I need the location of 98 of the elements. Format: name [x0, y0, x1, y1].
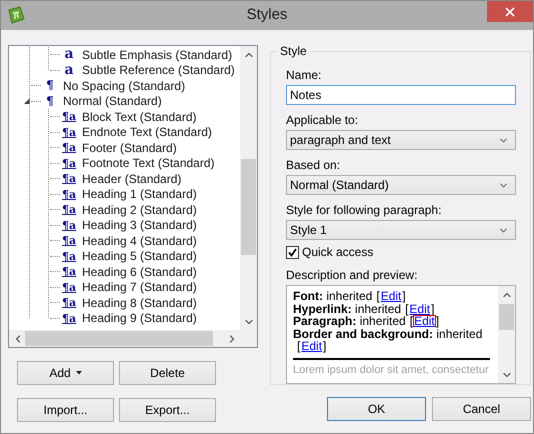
- tree-item[interactable]: ¶a Heading 5 (Standard): [42, 248, 240, 264]
- tree-item[interactable]: ¶a Heading 2 (Standard): [42, 202, 240, 218]
- linked-style-icon: ¶a: [62, 250, 76, 263]
- dropdown[interactable]: paragraph and text: [286, 130, 516, 150]
- linked-style-icon: ¶a: [62, 218, 76, 232]
- tree-item[interactable]: ¶ Normal (Standard): [23, 94, 240, 109]
- style-name: Heading 6 (Standard): [82, 264, 197, 279]
- tree-item[interactable]: ¶a Heading 6 (Standard): [42, 264, 240, 280]
- style-name: Endnote Text (Standard): [82, 125, 212, 140]
- style-name: Heading 8 (Standard): [82, 296, 197, 310]
- expanded-arrow-icon[interactable]: [24, 98, 30, 104]
- style-name: Heading 3 (Standard): [82, 218, 197, 232]
- style-name: Heading 7 (Standard): [82, 280, 197, 294]
- linked-style-icon: ¶a: [62, 156, 76, 170]
- description-line: Font: inherited [Edit]: [293, 290, 407, 303]
- link-bracket: ]: [402, 289, 406, 304]
- tree-item[interactable]: ¶a Heading 9 (Standard): [42, 310, 240, 326]
- style-name: Footnote Text (Standard): [82, 156, 215, 170]
- linked-style-icon: ¶a: [62, 234, 76, 248]
- style-name: Subtle Emphasis (Standard): [82, 48, 232, 62]
- scrollbar-thumb[interactable]: [25, 331, 213, 346]
- field-label: Style for following paragraph:: [286, 203, 442, 218]
- link-bracket: [: [405, 302, 408, 316]
- link-bracket: [: [410, 314, 414, 328]
- menu-button[interactable]: Add: [17, 361, 114, 385]
- tree-item[interactable]: a Subtle Emphasis (Standard): [42, 47, 240, 62]
- field-label: Name:: [286, 68, 322, 82]
- style-name: Heading 2 (Standard): [82, 202, 197, 217]
- group-legend: Style: [277, 44, 310, 58]
- style-name: Subtle Reference (Standard): [82, 63, 235, 78]
- scrollbar-thumb[interactable]: [241, 159, 256, 255]
- button[interactable]: Cancel: [432, 397, 531, 421]
- close-button[interactable]: [487, 1, 533, 22]
- vertical-scrollbar[interactable]: [240, 46, 257, 330]
- window-title: Styles: [246, 6, 288, 23]
- horizontal-scrollbar[interactable]: [9, 330, 240, 347]
- style-name: Heading 1 (Standard): [82, 187, 197, 202]
- close-icon: [505, 6, 515, 16]
- app-icon: [6, 5, 26, 25]
- linked-style-icon: ¶a: [62, 296, 76, 310]
- linked-style-icon: ¶a: [62, 203, 76, 216]
- linked-style-icon: ¶a: [62, 172, 76, 186]
- paragraph-style-icon: ¶: [43, 79, 57, 92]
- linked-style-icon: ¶a: [62, 265, 76, 278]
- character-style-icon: a: [62, 48, 76, 62]
- button[interactable]: Delete: [119, 361, 216, 385]
- style-name: Heading 5 (Standard): [82, 249, 197, 264]
- character-style-icon: a: [62, 64, 76, 77]
- link-bracket: [: [376, 289, 380, 304]
- linked-style-icon: ¶a: [62, 188, 76, 201]
- field-label: Based on:: [286, 158, 340, 172]
- edit-link[interactable]: Edit: [413, 315, 436, 328]
- checkbox[interactable]: [286, 246, 299, 259]
- tree-item[interactable]: ¶a Endnote Text (Standard): [42, 124, 240, 140]
- edit-link[interactable]: Edit: [300, 340, 324, 352]
- style-name: Footer (Standard): [82, 140, 177, 155]
- dropdown[interactable]: Normal (Standard): [286, 175, 516, 196]
- name-field[interactable]: Notes: [286, 85, 516, 106]
- preview-text: Lorem ipsum dolor sit amet, consectetur: [293, 362, 489, 377]
- description-line: Border and background: inherited [Edit]: [293, 328, 484, 353]
- edit-link[interactable]: Edit: [408, 302, 432, 315]
- tree-item[interactable]: ¶a Header (Standard): [42, 171, 240, 186]
- tree-item[interactable]: ¶a Heading 1 (Standard): [42, 186, 240, 202]
- link-bracket: ]: [323, 339, 326, 354]
- tree-item[interactable]: ¶a Footer (Standard): [42, 140, 240, 156]
- vertical-scrollbar[interactable]: [498, 286, 515, 384]
- linked-style-icon: ¶a: [62, 110, 76, 124]
- tree-item[interactable]: ¶a Heading 3 (Standard): [42, 218, 240, 233]
- style-name: No Spacing (Standard): [63, 78, 186, 93]
- link-bracket: [: [297, 339, 300, 354]
- linked-style-icon: ¶a: [62, 126, 76, 139]
- style-name: Heading 9 (Standard): [82, 311, 197, 326]
- linked-style-icon: ¶a: [62, 312, 76, 325]
- button[interactable]: Export...: [119, 398, 216, 422]
- paragraph-style-icon: ¶: [43, 94, 57, 108]
- checkbox-label[interactable]: Quick access: [302, 245, 374, 260]
- checkmark-icon: [288, 248, 297, 257]
- linked-style-icon: ¶a: [62, 141, 76, 154]
- field-label: Description and preview:: [286, 268, 418, 282]
- tree-item[interactable]: ¶a Footnote Text (Standard): [42, 156, 240, 171]
- tree-item[interactable]: ¶a Block Text (Standard): [42, 109, 240, 124]
- caret-icon: [76, 371, 82, 375]
- linked-style-icon: ¶a: [62, 280, 76, 294]
- tree-item[interactable]: a Subtle Reference (Standard): [42, 62, 240, 78]
- style-name: Heading 4 (Standard): [82, 234, 197, 248]
- edit-link[interactable]: Edit: [380, 290, 402, 302]
- style-name: Block Text (Standard): [82, 110, 196, 124]
- tree-item[interactable]: ¶a Heading 7 (Standard): [42, 280, 240, 295]
- dropdown[interactable]: Style 1: [286, 220, 516, 240]
- tree-item[interactable]: ¶a Heading 4 (Standard): [42, 233, 240, 248]
- button[interactable]: OK: [327, 397, 426, 421]
- tree-item[interactable]: ¶ No Spacing (Standard): [23, 78, 240, 94]
- scrollbar-thumb[interactable]: [499, 304, 514, 330]
- field-label: Applicable to:: [286, 113, 358, 128]
- style-name: Normal (Standard): [63, 94, 162, 108]
- tree-item[interactable]: ¶a Heading 8 (Standard): [42, 295, 240, 310]
- button[interactable]: Import...: [17, 398, 114, 422]
- style-name: Header (Standard): [82, 172, 182, 186]
